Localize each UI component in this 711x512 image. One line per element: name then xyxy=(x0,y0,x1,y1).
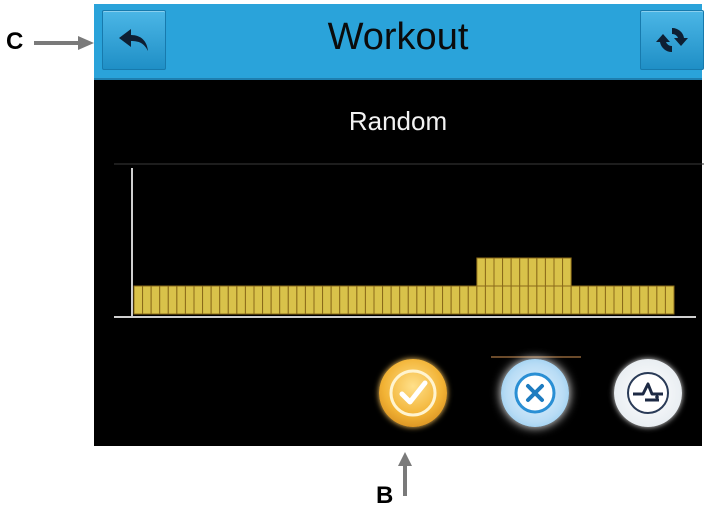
chart-bar-segment xyxy=(167,285,178,315)
chart-bar-segment xyxy=(519,285,529,315)
chart-bar-segment xyxy=(647,285,658,315)
profile-button[interactable] xyxy=(614,359,682,427)
chart-bar-segment xyxy=(262,285,272,315)
chart-bar-segment xyxy=(562,285,572,315)
chart-bar-segment xyxy=(322,285,332,315)
chart-bar-segment xyxy=(553,285,564,315)
confirm-button[interactable] xyxy=(379,359,447,427)
chart-bar-segment xyxy=(184,285,195,315)
chart-bar-segment xyxy=(656,285,666,315)
chart-bar-segment xyxy=(373,285,384,315)
chart-bar-segment xyxy=(639,285,649,315)
chart-bar-segment xyxy=(527,285,538,315)
chart-bar-segment xyxy=(536,257,546,287)
callout-c-arrow xyxy=(34,36,94,50)
chart-bar-segment xyxy=(210,285,221,315)
refresh-icon xyxy=(656,27,688,53)
chart-bar-segment xyxy=(424,285,435,315)
page-title: Workout xyxy=(327,16,469,58)
chart-bar-segment xyxy=(596,285,606,315)
header-bar: Workout xyxy=(94,4,704,80)
chart-bar-segment xyxy=(304,285,315,315)
chart-bar-segment xyxy=(279,285,289,315)
chart-bar-segment xyxy=(544,257,555,287)
chart-bar-segment xyxy=(339,285,349,315)
chart-bar-segment xyxy=(407,285,418,315)
chart-bar-segment xyxy=(287,285,298,315)
chart-bar-segment xyxy=(347,285,358,315)
chart-bar-segment xyxy=(613,285,624,315)
chart-bar-segment xyxy=(493,257,504,287)
chart-bar-segment xyxy=(244,285,255,315)
chart-bar-segment xyxy=(493,285,504,315)
close-icon xyxy=(514,372,556,414)
chart-bar-segment xyxy=(390,285,401,315)
chart-bar-segment xyxy=(330,285,341,315)
chart-bar-segment xyxy=(356,285,366,315)
chart-bar-segment xyxy=(416,285,426,315)
chart-bar-segment xyxy=(519,257,529,287)
chart-bar-segment xyxy=(253,285,264,315)
workout-profile-icon xyxy=(627,372,669,414)
chart-bar-segment xyxy=(219,285,229,315)
chart-bar-segment xyxy=(630,285,641,315)
chart-bar-segment xyxy=(510,285,521,315)
chart-bar-segment xyxy=(664,285,675,315)
chart-bar-segment xyxy=(544,285,555,315)
chart-bar-segment xyxy=(510,257,521,287)
chart-bar-segment xyxy=(236,285,246,315)
chart-bar-segment xyxy=(562,257,572,287)
chart-bar-segment xyxy=(450,285,461,315)
chart-bar-segment xyxy=(502,257,512,287)
chart-bar-segment xyxy=(142,285,152,315)
chart-bar-segment xyxy=(176,285,186,315)
device-screen: Workout Random xyxy=(94,4,704,446)
chart-bar-segment xyxy=(270,285,281,315)
cancel-button[interactable] xyxy=(501,359,569,427)
chart-bar-segment xyxy=(587,285,598,315)
chart-bar-segment xyxy=(570,285,581,315)
chart-bar-segment xyxy=(442,285,452,315)
chart-bar-segment xyxy=(536,285,546,315)
callout-c-label: C xyxy=(6,28,24,55)
chart-bar-segment xyxy=(159,285,169,315)
chart-bar-segment xyxy=(476,285,486,315)
chart-bar-segment xyxy=(579,285,589,315)
chart-bar-segment xyxy=(553,257,564,287)
chart-bar-segment xyxy=(399,285,409,315)
chart-bar-segment xyxy=(527,257,538,287)
chart-bar-segment xyxy=(459,285,469,315)
callout-b-arrow xyxy=(398,452,412,496)
chart-bar-segment xyxy=(622,285,632,315)
chart-bar-segment xyxy=(467,285,478,315)
chart-bar-segment xyxy=(502,285,512,315)
chart-bar-segment xyxy=(202,285,212,315)
chart-bar-segment xyxy=(227,285,238,315)
chart-bar-segment xyxy=(433,285,444,315)
chart-bar-segment xyxy=(484,257,495,287)
chart-bar-segment xyxy=(313,285,324,315)
chart-bar-segment xyxy=(484,285,495,315)
chart-bar-segment xyxy=(296,285,306,315)
workout-profile-chart xyxy=(114,163,704,318)
refresh-button[interactable] xyxy=(640,10,704,70)
program-name: Random xyxy=(348,106,448,136)
chart-bar-segment xyxy=(193,285,204,315)
chart-bar-segment xyxy=(150,285,161,315)
chart-bar-segment xyxy=(382,285,392,315)
callout-b-label: B xyxy=(376,482,394,509)
button-divider xyxy=(491,356,581,358)
chart-bar-segment xyxy=(476,257,486,287)
chart-bar-segment xyxy=(364,285,375,315)
chart-bar-segment xyxy=(604,285,615,315)
chart-bar-segment xyxy=(133,285,144,315)
checkmark-icon xyxy=(389,369,437,417)
